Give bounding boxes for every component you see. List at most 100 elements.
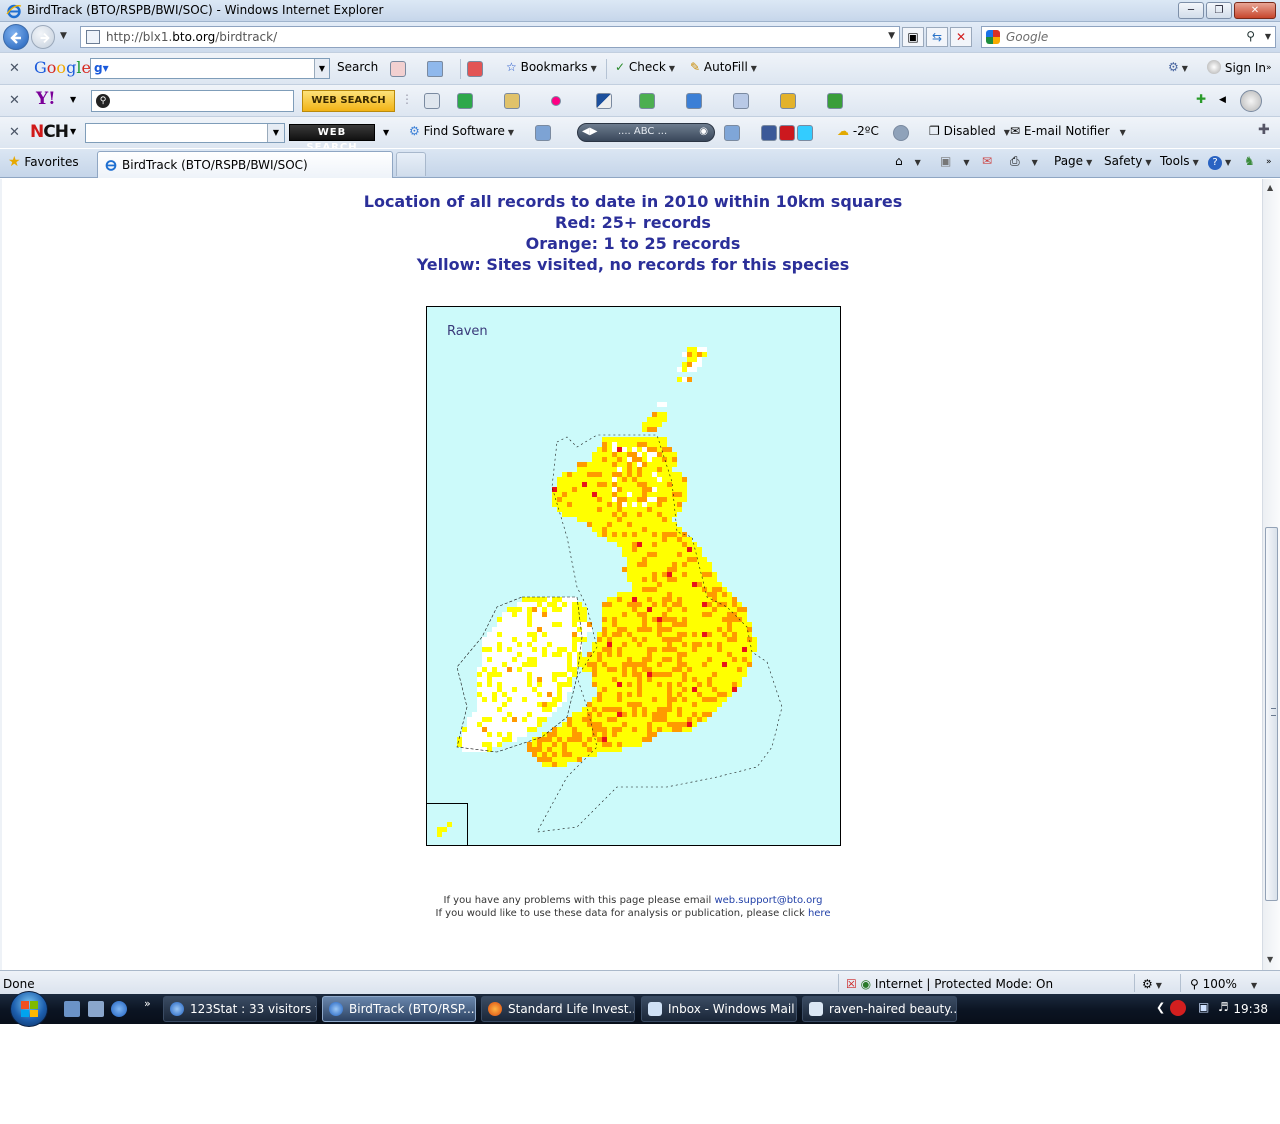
bookmarks-button[interactable]: ☆ Bookmarks ▼ xyxy=(506,60,597,74)
close-toolbar-icon[interactable]: ✕ xyxy=(9,61,20,76)
pencil-icon[interactable] xyxy=(424,93,440,109)
yahoo-logo-dropdown[interactable]: ▼ xyxy=(70,95,76,104)
facebook-icon[interactable] xyxy=(761,125,777,141)
safety-menu[interactable]: Safety ▼ xyxy=(1104,154,1152,168)
blocked-popups-icon[interactable] xyxy=(467,61,483,77)
scrollbar-thumb[interactable] xyxy=(1265,527,1278,901)
start-button[interactable] xyxy=(10,991,48,1027)
google-toolbar-overflow[interactable]: » xyxy=(1266,63,1272,73)
close-window-button[interactable]: ✕ xyxy=(1234,2,1276,19)
search-box[interactable]: Google ⚲ ▼ xyxy=(981,26,1276,48)
twitter-icon[interactable] xyxy=(797,125,813,141)
protected-mode-icon[interactable]: ⚙ ▼ xyxy=(1142,977,1162,991)
minimize-button[interactable]: ─ xyxy=(1178,2,1204,19)
monitor-icon[interactable] xyxy=(535,125,551,141)
player-prev-icon[interactable]: ◀▶ xyxy=(582,126,597,137)
nch-logo[interactable]: NCH xyxy=(30,122,69,142)
sign-in-button[interactable]: Sign In xyxy=(1207,60,1266,75)
google-search-button[interactable]: Search xyxy=(337,60,378,74)
spell-check-button[interactable]: ✓ Check ▼ xyxy=(615,60,675,74)
taskbar-item-raven[interactable]: raven-haired beauty... xyxy=(802,996,957,1022)
close-toolbar-icon[interactable]: ✕ xyxy=(9,125,20,140)
autofill-button[interactable]: ✎ AutoFill ▼ xyxy=(690,60,757,74)
favorites-button[interactable]: ★ Favorites xyxy=(8,154,79,170)
ie-quicklaunch-icon[interactable] xyxy=(111,1001,127,1017)
maximize-button[interactable]: ❐ xyxy=(1206,2,1232,19)
nch-logo-dropdown[interactable]: ▼ xyxy=(70,127,76,136)
zoom-level[interactable]: ⚲ 100% ▼ xyxy=(1190,977,1257,991)
player-volume-icon[interactable]: ◉ xyxy=(699,126,708,137)
calculator-icon[interactable] xyxy=(504,93,520,109)
research-icon[interactable]: ♞ xyxy=(1244,154,1255,168)
yahoo-search-input[interactable]: ⚲ xyxy=(91,90,294,112)
refresh-icon[interactable]: ⇆ xyxy=(926,27,948,47)
yahoo-web-search-button[interactable]: WEB SEARCH xyxy=(302,90,395,112)
data-request-link[interactable]: here xyxy=(808,908,831,919)
add-yahoo-button-icon[interactable]: ✚ xyxy=(1196,92,1206,106)
weather-app-icon[interactable] xyxy=(724,125,740,141)
address-dropdown[interactable]: ▼ xyxy=(888,31,895,41)
address-bar[interactable]: http://blx1.bto.org/birdtrack/ ▼ xyxy=(80,26,900,48)
search-magnifier-icon[interactable]: ⚲ xyxy=(1246,29,1255,43)
toolbar-add-icon[interactable]: ✚ xyxy=(1258,122,1270,138)
scroll-left-icon[interactable]: ◀ xyxy=(1219,95,1226,105)
support-email-link[interactable]: web.support@bto.org xyxy=(714,895,822,906)
read-mail-icon[interactable]: ✉ xyxy=(982,154,992,168)
volume-tray-icon[interactable]: ♬ xyxy=(1218,1000,1229,1014)
taskbar-item-123stat[interactable]: 123Stat : 33 visitors t... xyxy=(163,996,317,1022)
close-toolbar-icon[interactable]: ✕ xyxy=(9,93,20,108)
mail-icon[interactable] xyxy=(686,93,702,109)
media-player-control[interactable]: ◀▶ .... ABC ... ◉ xyxy=(577,123,715,142)
taskbar-item-windows-mail[interactable]: Inbox - Windows Mail xyxy=(641,996,797,1022)
taskbar-item-standard-life[interactable]: Standard Life Invest... xyxy=(481,996,635,1022)
google-logo[interactable]: Google xyxy=(34,58,91,77)
green-star-icon[interactable] xyxy=(457,93,473,109)
search-options-dropdown[interactable]: ▼ xyxy=(1265,32,1271,41)
nch-search-options-dropdown[interactable]: ▼ xyxy=(383,128,389,137)
antivirus-tray-icon[interactable] xyxy=(1170,1000,1186,1016)
cube-icon[interactable] xyxy=(733,93,749,109)
stop-icon[interactable]: ✕ xyxy=(950,27,972,47)
help-button[interactable]: ? ▼ xyxy=(1208,154,1231,170)
toolbar-settings-wrench[interactable]: ⚙ ▼ xyxy=(1168,60,1188,74)
settings-gear-icon[interactable] xyxy=(893,125,909,141)
yahoo-settings-gear-icon[interactable] xyxy=(1240,90,1262,112)
games-icon[interactable] xyxy=(827,93,843,109)
network-tray-icon[interactable]: ▣ xyxy=(1198,1000,1209,1014)
weather-temperature[interactable]: ☁ -2ºC xyxy=(837,124,879,138)
vertical-scrollbar[interactable]: ▲ ▼ xyxy=(1262,179,1280,970)
feeds-button[interactable]: ▣ ▼ xyxy=(940,154,970,168)
news-icon[interactable] xyxy=(780,93,796,109)
nch-search-dropdown[interactable]: ▼ xyxy=(267,124,284,142)
upload-icon[interactable] xyxy=(639,93,655,109)
taskbar-item-birdtrack[interactable]: BirdTrack (BTO/RSP... xyxy=(322,996,476,1022)
address-url[interactable]: http://blx1.bto.org/birdtrack/ xyxy=(106,30,277,44)
show-hidden-icons[interactable]: ❮ xyxy=(1156,1001,1165,1014)
email-notifier-button[interactable]: ✉ E-mail Notifier ▼ xyxy=(1010,124,1126,138)
back-button[interactable] xyxy=(3,24,29,50)
popup-blocker-icon[interactable] xyxy=(390,61,406,77)
google-search-dropdown[interactable]: ▼ xyxy=(314,59,329,78)
forward-button[interactable] xyxy=(31,25,55,49)
yahoo-logo[interactable]: Y! xyxy=(36,89,56,109)
recent-pages-dropdown[interactable]: ▼ xyxy=(60,31,67,41)
google-search-input[interactable]: g▾ ▼ xyxy=(90,58,330,79)
flickr-icon[interactable] xyxy=(551,96,561,106)
nch-web-search-button[interactable]: WEB SEARCH xyxy=(289,124,375,153)
quicklaunch-overflow[interactable]: » xyxy=(144,997,151,1010)
add-button-icon[interactable] xyxy=(427,61,443,77)
show-desktop-icon[interactable] xyxy=(64,1001,80,1017)
nch-search-input[interactable]: ▼ xyxy=(85,123,285,143)
compatibility-view-icon[interactable]: ▣ xyxy=(902,27,924,47)
find-software-button[interactable]: ⚙ Find Software ▼ xyxy=(409,124,514,138)
youtube-icon[interactable] xyxy=(779,125,795,141)
new-tab-button[interactable] xyxy=(396,152,426,176)
home-button[interactable]: ⌂ ▼ xyxy=(895,154,921,168)
scroll-up-arrow-icon[interactable]: ▲ xyxy=(1267,183,1273,192)
window-icon[interactable] xyxy=(596,93,612,109)
tools-menu[interactable]: Tools ▼ xyxy=(1160,154,1199,168)
switch-windows-icon[interactable] xyxy=(88,1001,104,1017)
page-menu[interactable]: Page ▼ xyxy=(1054,154,1092,168)
scroll-down-arrow-icon[interactable]: ▼ xyxy=(1267,955,1273,964)
print-button[interactable]: ⎙ ▼ xyxy=(1010,154,1038,169)
